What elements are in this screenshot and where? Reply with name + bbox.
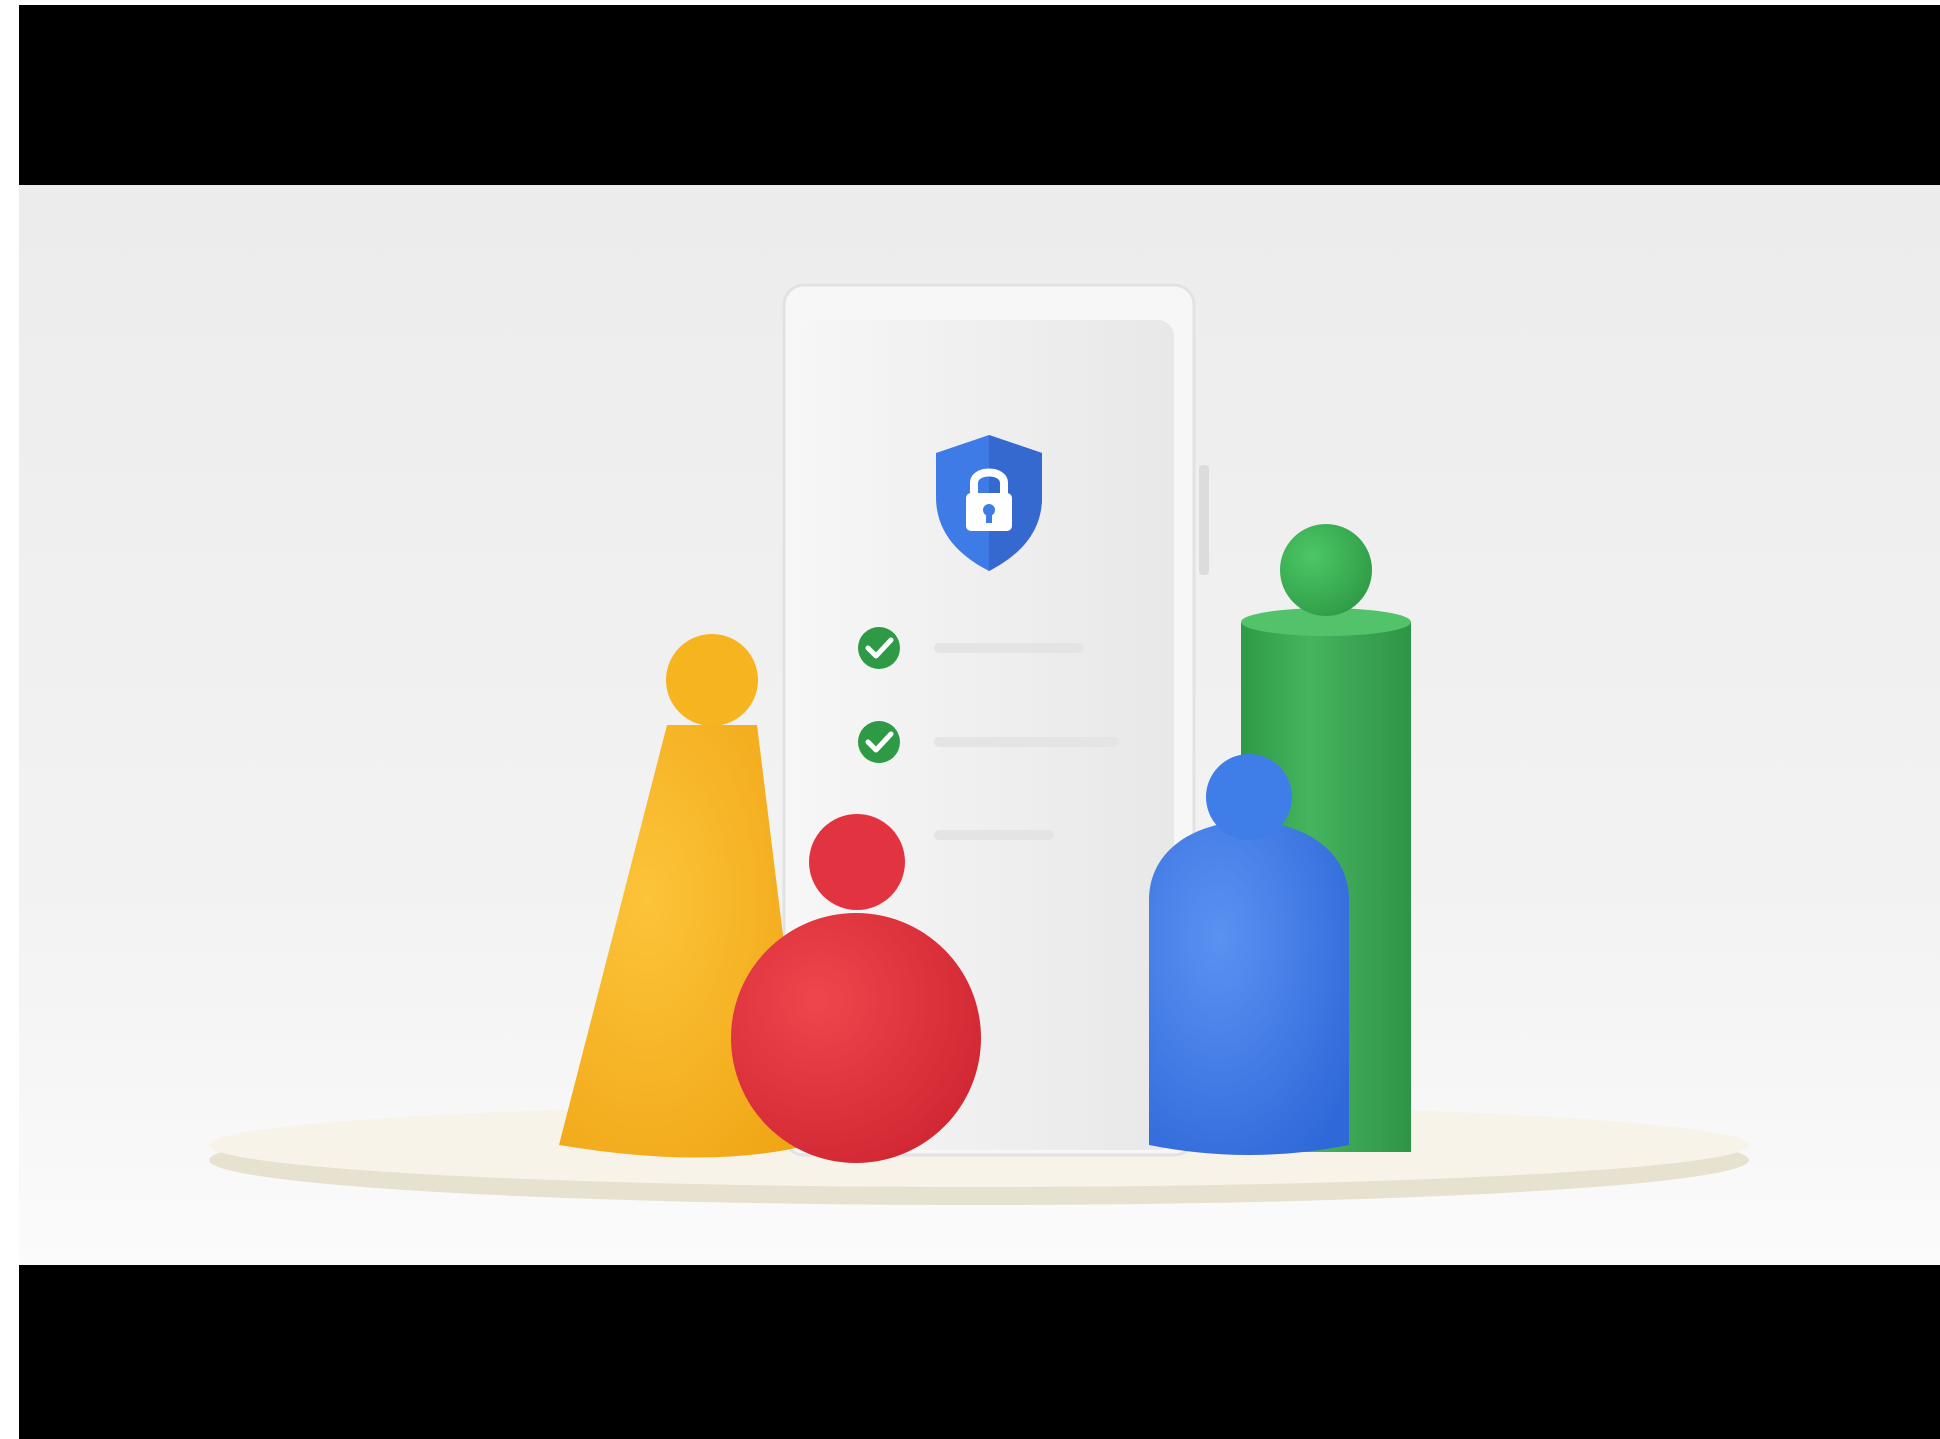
- phone-side-button: [1199, 465, 1209, 575]
- checklist-line: [934, 643, 1084, 653]
- checklist-line: [934, 737, 1119, 747]
- check-circle-icon: [858, 721, 900, 763]
- checklist-line: [934, 830, 1054, 840]
- illustration: [19, 185, 1940, 1265]
- video-frame[interactable]: [19, 185, 1940, 1265]
- check-circle-icon: [858, 627, 900, 669]
